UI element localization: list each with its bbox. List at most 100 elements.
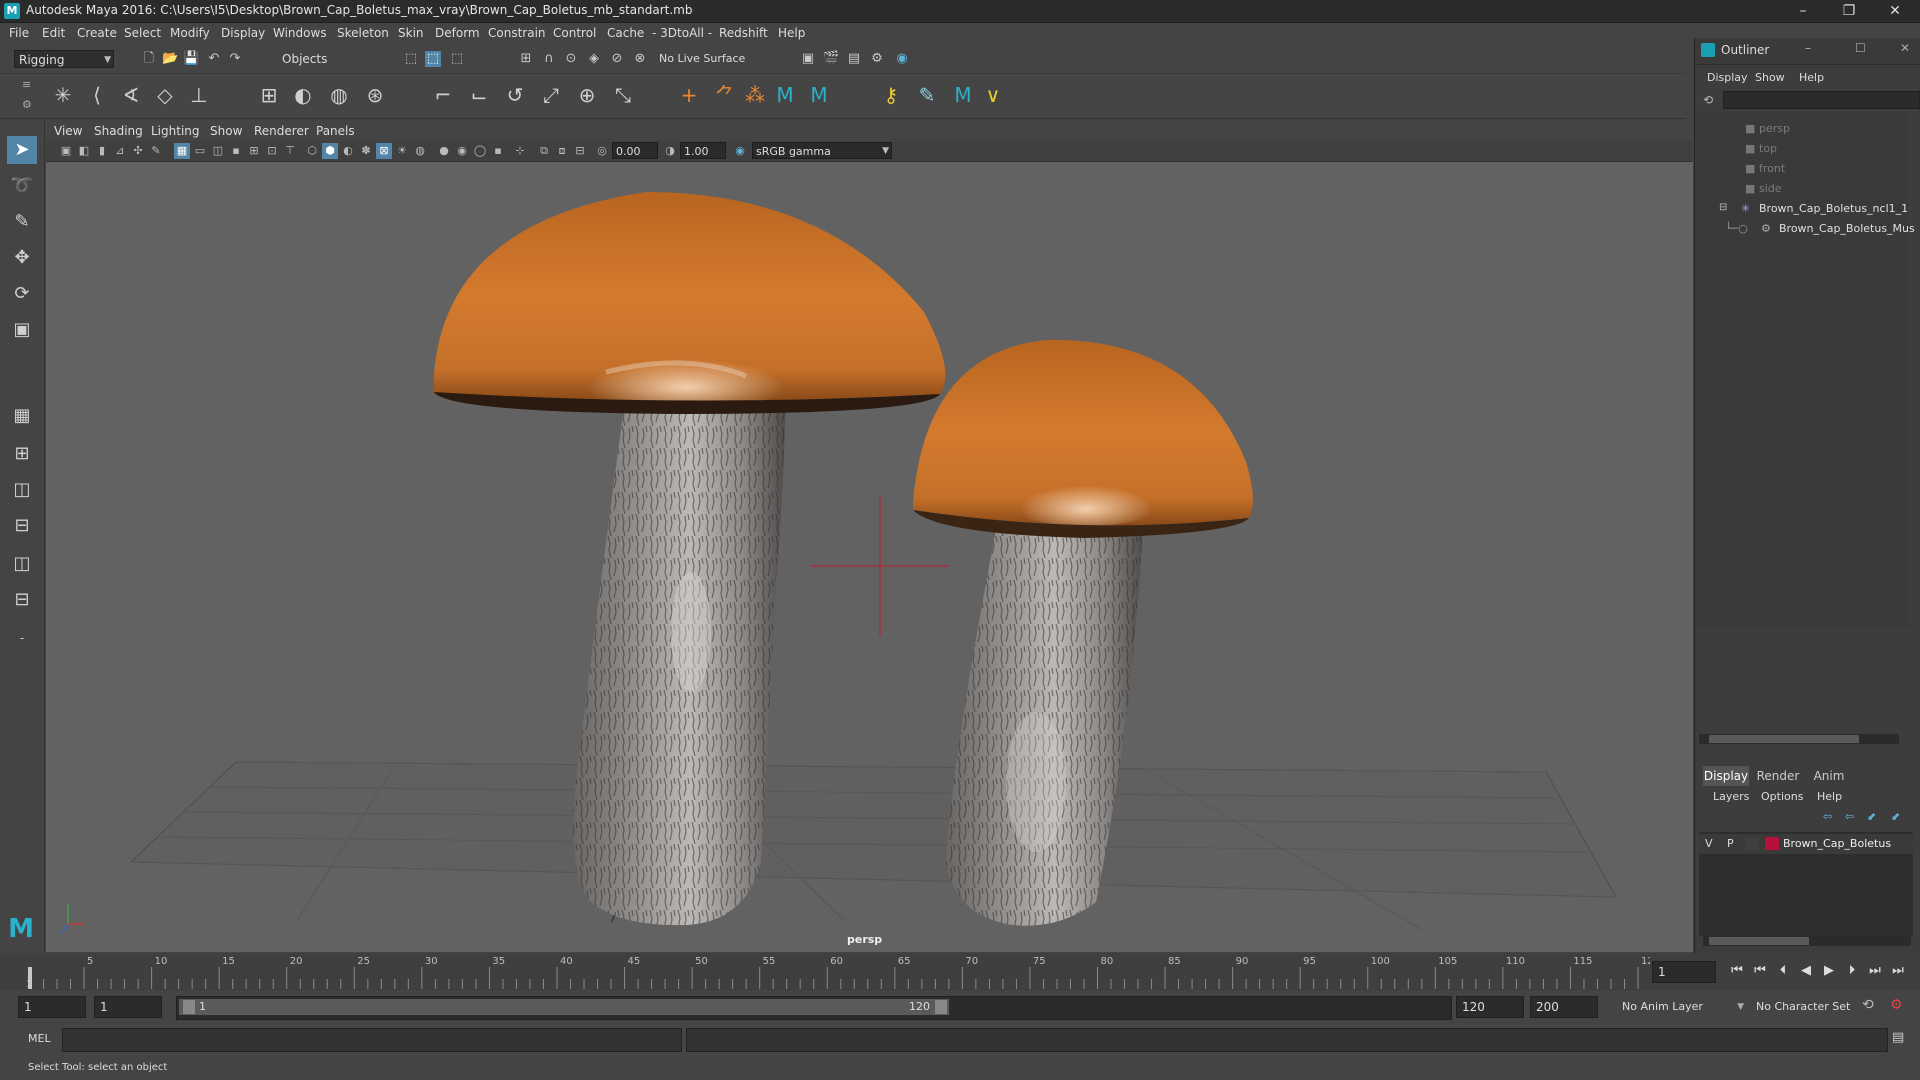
layer-reference-toggle[interactable]	[1745, 837, 1759, 850]
menu-cache[interactable]: Cache	[607, 26, 644, 40]
layer-color-swatch[interactable]	[1765, 837, 1779, 850]
isolate-select-icon[interactable]: ▪	[490, 143, 506, 159]
color-management-icon[interactable]: ◉	[732, 143, 748, 159]
animation-end-field[interactable]: 200	[1530, 996, 1598, 1018]
tab-render[interactable]: Render	[1755, 766, 1801, 786]
panel-menu-show[interactable]: Show	[210, 124, 242, 138]
wireframe-on-shaded-icon[interactable]: ◐	[340, 143, 356, 159]
command-input[interactable]	[62, 1028, 682, 1052]
auto-key-icon[interactable]: ⟲	[1862, 997, 1874, 1013]
select-by-component-icon[interactable]: ⬚	[449, 51, 465, 67]
hik-icon[interactable]: ⺈	[712, 82, 738, 108]
range-start-grip[interactable]	[183, 1000, 195, 1014]
layer-menu-options[interactable]: Options	[1761, 790, 1803, 803]
scrollbar-thumb[interactable]	[1709, 937, 1809, 945]
panel-menu-renderer[interactable]: Renderer	[254, 124, 309, 138]
resolution-gate-icon[interactable]: ◫	[210, 143, 226, 159]
layout-hypershade-icon[interactable]: ◫	[7, 550, 37, 578]
perspective-viewport[interactable]: persp	[46, 162, 1693, 952]
point-constraint-icon[interactable]: ⌐	[430, 82, 456, 108]
range-handle[interactable]: 1 120	[179, 999, 949, 1015]
outliner-maximize-button[interactable]: ☐	[1855, 41, 1866, 55]
script-editor-icon[interactable]: ▤	[1892, 1030, 1904, 1045]
layer-name[interactable]: Brown_Cap_Boletus	[1783, 837, 1891, 850]
redo-icon[interactable]: ↷	[227, 51, 243, 67]
new-layer-icon[interactable]: ⬋	[1867, 810, 1876, 823]
muscle-icon[interactable]: M	[950, 82, 976, 108]
menu-deform[interactable]: Deform	[435, 26, 480, 40]
menu-redshift[interactable]: Redshift	[719, 26, 768, 40]
mirror-joint-icon[interactable]: ◇	[152, 82, 178, 108]
two-d-pan-icon[interactable]: ✣	[130, 143, 146, 159]
orient-constraint-icon[interactable]: ↺	[502, 82, 528, 108]
bind-skin-icon[interactable]: ⊞	[256, 82, 282, 108]
new-scene-icon[interactable]: 🗋	[141, 51, 157, 67]
move-layer-up-icon[interactable]: ⇦	[1823, 810, 1832, 823]
menu-skeleton[interactable]: Skeleton	[337, 26, 389, 40]
current-frame-field[interactable]: 1	[1652, 961, 1716, 983]
ambient-occlusion-icon[interactable]: ◍	[412, 143, 428, 159]
shelf-menu-icon[interactable]: ≡	[22, 78, 31, 91]
time-slider[interactable]: 1510152025303540455055606570758085909510…	[0, 953, 1920, 990]
paint-weights-icon[interactable]: ⊛	[362, 82, 388, 108]
playback-end-field[interactable]: 120	[1456, 996, 1524, 1018]
layout-persp-outliner-icon[interactable]: ◫	[7, 476, 37, 504]
human-ik-icon[interactable]: M	[772, 82, 798, 108]
pole-vector-icon[interactable]: ⤡	[610, 82, 636, 108]
image-plane-icon[interactable]: ⊿	[112, 143, 128, 159]
xray-active-icon[interactable]: ⧈	[554, 143, 570, 159]
live-surface-label[interactable]: No Live Surface	[659, 52, 745, 65]
rotate-tool-icon[interactable]: ⟳	[7, 280, 37, 308]
step-forward-key-icon[interactable]: ⏭	[1865, 961, 1885, 981]
step-back-key-icon[interactable]: ⏮	[1750, 961, 1770, 981]
lasso-tool-icon[interactable]: ➰	[7, 172, 37, 200]
menu-skin[interactable]: Skin	[398, 26, 424, 40]
layout-four-icon[interactable]: ⊞	[7, 440, 37, 468]
color-space-dropdown[interactable]: sRGB gamma ▼	[752, 142, 892, 159]
camera-attributes-icon[interactable]: ◧	[76, 143, 92, 159]
outliner-scrollbar[interactable]	[1699, 734, 1899, 744]
restore-button[interactable]: ❐	[1826, 0, 1872, 22]
skeleton-icon[interactable]: ⁂	[742, 82, 768, 108]
grease-pencil-icon[interactable]: ✎	[148, 143, 164, 159]
create-joint-icon[interactable]: ✳	[50, 82, 76, 108]
panel-menu-panels[interactable]: Panels	[316, 124, 355, 138]
layer-menu-layers[interactable]: Layers	[1713, 790, 1749, 803]
locator-icon[interactable]: +	[676, 82, 702, 108]
field-chart-icon[interactable]: ⊞	[246, 143, 262, 159]
blendshape-icon[interactable]: ∨	[980, 82, 1006, 108]
layout-single-icon[interactable]: ▦	[7, 402, 37, 430]
menu-create[interactable]: Create	[77, 26, 117, 40]
undo-icon[interactable]: ↶	[206, 51, 222, 67]
outliner-menu-display[interactable]: Display	[1707, 71, 1748, 84]
select-by-object-icon[interactable]: ⬚	[425, 51, 441, 67]
step-back-frame-icon[interactable]: ⏴	[1773, 961, 1793, 981]
range-end-grip[interactable]	[935, 1000, 947, 1014]
anim-preferences-icon[interactable]: ⚙	[1890, 997, 1903, 1013]
outliner-menu-show[interactable]: Show	[1755, 71, 1785, 84]
insert-joint-icon[interactable]: ⊥	[186, 82, 212, 108]
scrollbar-thumb[interactable]	[1709, 735, 1859, 743]
layer-playback-toggle[interactable]: P	[1727, 837, 1734, 850]
menu-constrain[interactable]: Constrain	[488, 26, 546, 40]
shelf-settings-icon[interactable]: ⚙	[22, 98, 32, 111]
layout-more-icon[interactable]: -	[7, 624, 37, 652]
ipr-render-icon[interactable]: ▤	[846, 51, 862, 67]
menu-control[interactable]: Control	[553, 26, 596, 40]
layer-row[interactable]: V P Brown_Cap_Boletus	[1699, 834, 1913, 854]
cluster-icon[interactable]: ◍	[326, 82, 352, 108]
move-tool-icon[interactable]: ✥	[7, 244, 37, 272]
go-to-start-icon[interactable]: ⏮	[1727, 961, 1747, 981]
layout-persp-graph-icon[interactable]: ⊟	[7, 512, 37, 540]
snap-curve-icon[interactable]: ∩	[541, 51, 557, 67]
go-to-end-icon[interactable]: ⏭	[1888, 961, 1908, 981]
smooth-shade-icon[interactable]: ⬢	[322, 143, 338, 159]
motion-blur-icon[interactable]: ●	[436, 143, 452, 159]
menu-windows[interactable]: Windows	[273, 26, 327, 40]
safe-title-icon[interactable]: ⊤	[282, 143, 298, 159]
backface-icon[interactable]: ⊟	[572, 143, 588, 159]
panel-menu-shading[interactable]: Shading	[94, 124, 143, 138]
quick-rig-icon[interactable]: M	[806, 82, 832, 108]
xray-icon[interactable]: ⊹	[512, 143, 528, 159]
range-bar[interactable]: 1 120	[176, 996, 1452, 1020]
